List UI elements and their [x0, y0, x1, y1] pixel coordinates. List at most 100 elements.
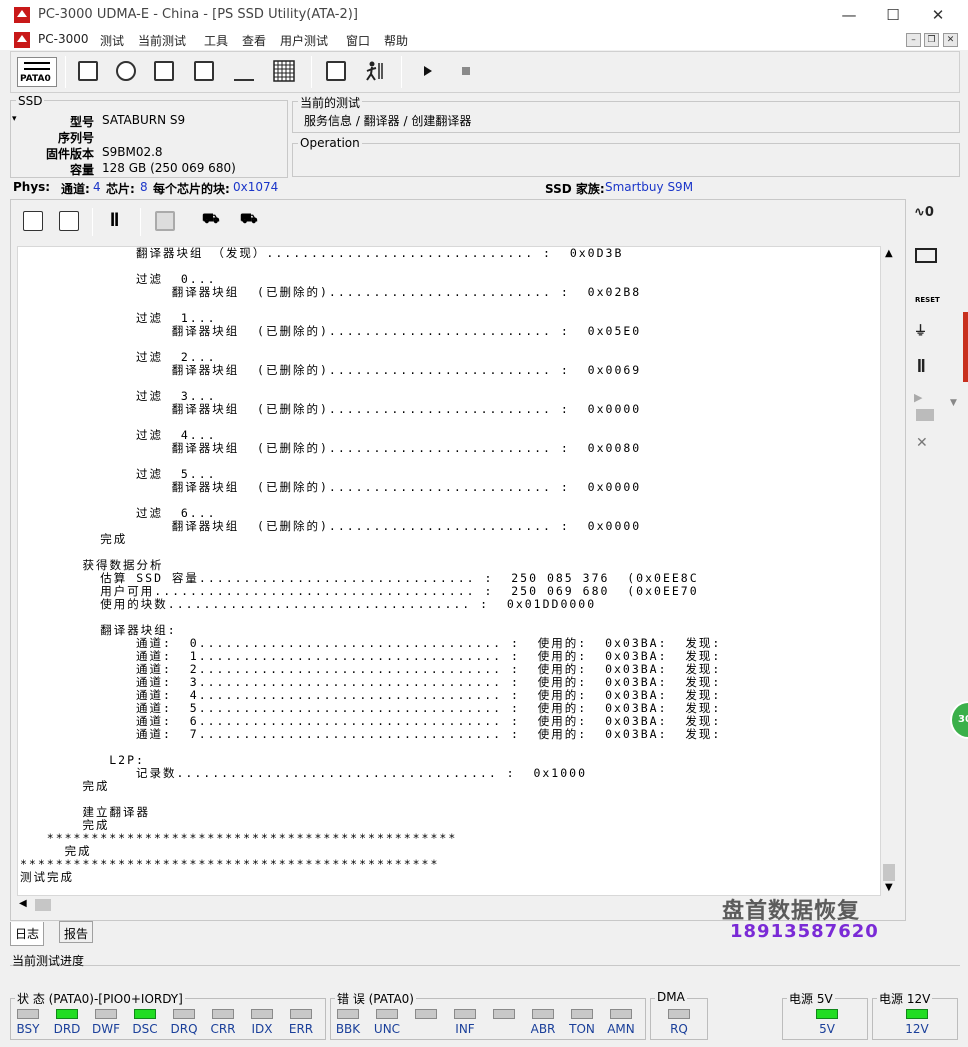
scales-icon [234, 61, 254, 81]
side-dropdown-icon[interactable]: ▼ [950, 398, 957, 408]
log-line: 完成 [20, 532, 128, 546]
title-bar: PC-3000 UDMA-E - China - [PS SSD Utility… [0, 0, 968, 30]
status-label-idx: IDX [251, 1022, 273, 1036]
status-label-crr: CRR [210, 1022, 236, 1036]
board-icon [194, 61, 214, 81]
board-disabled-icon [916, 409, 934, 421]
menu-view[interactable]: 查看 [242, 32, 266, 49]
capacity-value: 128 GB (250 069 680) [102, 161, 236, 175]
chips-value: 8 [140, 180, 148, 194]
window-title: PC-3000 UDMA-E - China - [PS SSD Utility… [38, 7, 358, 22]
close-button[interactable]: ✕ [915, 4, 961, 26]
scroll-up-icon[interactable]: ▲ [885, 248, 893, 259]
toolbar-separator [92, 208, 93, 236]
side-adc-button[interactable]: ∿0 [914, 205, 938, 227]
status-label-dwf: DWF [91, 1022, 120, 1036]
play-button[interactable] [415, 58, 441, 84]
wrench-icon: ✕ [916, 435, 928, 451]
error-label-amn: AMN [607, 1022, 635, 1036]
board-button[interactable] [191, 58, 217, 84]
main-toolbar: PATA0 [10, 51, 960, 93]
status-led-bsy [17, 1009, 39, 1019]
scroll-down-icon[interactable]: ▼ [885, 882, 893, 893]
grid-button[interactable] [271, 58, 297, 84]
side-reset-button[interactable]: RESET [914, 282, 940, 308]
status-label-dsc: DSC [132, 1022, 158, 1036]
side-power-button[interactable]: ⏚ [914, 320, 938, 342]
menu-tools[interactable]: 工具 [204, 32, 228, 49]
tab-log[interactable]: 日志 [10, 922, 45, 946]
play-icon [424, 66, 432, 76]
menu-test[interactable]: 测试 [100, 32, 124, 49]
error-led-ton [571, 1009, 593, 1019]
status-led-crr [212, 1009, 234, 1019]
power-12v-led [906, 1009, 928, 1019]
menu-user-test[interactable]: 用户测试 [280, 32, 328, 49]
log-find-button[interactable]: ⛟ [198, 208, 224, 234]
minimize-button[interactable]: — [826, 4, 872, 26]
menu-current-test[interactable]: 当前测试 [138, 32, 186, 49]
toolbar-separator [140, 208, 141, 236]
scales-button[interactable] [231, 58, 257, 84]
log-line: 翻译器块组 (已删除的)......................... : … [20, 285, 642, 299]
side-board-button[interactable] [914, 405, 938, 427]
status-label-bsy: BSY [16, 1022, 40, 1036]
status-group-title: 状 态 (PATA0)-[PIO0+IORDY] [15, 990, 185, 1007]
chips-label: 芯片: [106, 182, 135, 196]
reset-icon: RESET [915, 296, 940, 304]
vertical-scroll-thumb[interactable] [883, 864, 895, 881]
log-text-area[interactable]: 翻译器块组 （发现）..............................… [17, 246, 881, 896]
gear-settings-button[interactable] [113, 58, 139, 84]
menu-pc3000[interactable]: PC-3000 [38, 32, 88, 46]
menu-help[interactable]: 帮助 [384, 32, 408, 49]
menu-window[interactable]: 窗口 [346, 32, 370, 49]
app-menu-icon[interactable] [14, 32, 30, 48]
log-settings-button[interactable] [20, 208, 46, 234]
float-badge[interactable]: 30 [950, 701, 968, 739]
edge-accent [963, 312, 968, 382]
current-test-label: 当前的测试 [298, 94, 363, 111]
run-figure-button[interactable] [361, 58, 387, 84]
chip-board-icon [915, 248, 937, 263]
collapse-arrow-icon[interactable]: ▾ [12, 114, 17, 124]
log-content: 翻译器块组 （发现）..............................… [20, 247, 721, 884]
error-label-ton: TON [569, 1022, 595, 1036]
side-pause-button[interactable]: ǁ [917, 358, 941, 380]
scroll-doc-button[interactable] [75, 58, 101, 84]
log-line: 翻译器块组 (已删除的)......................... : … [20, 441, 642, 455]
log-save-button[interactable] [56, 208, 82, 234]
error-led-unc [376, 1009, 398, 1019]
log-line: ****************************************… [20, 831, 458, 845]
chips-button[interactable] [151, 58, 177, 84]
maximize-button[interactable]: ☐ [870, 4, 916, 26]
power-5v-group: 电源 5V 5V [782, 990, 868, 1040]
mdi-minimize-button[interactable]: – [906, 33, 921, 47]
current-test-path: 服务信息 / 翻译器 / 创建翻译器 [304, 114, 472, 128]
power-5v-label: 5V [819, 1022, 835, 1036]
log-copy-button[interactable] [152, 208, 178, 234]
error-register-group: 错 误 (PATA0) BBK UNC INF ABR TON AMN [330, 990, 646, 1040]
side-chip-button[interactable] [914, 245, 938, 267]
windows-button[interactable] [323, 58, 349, 84]
firmware-value: S9BM02.8 [102, 145, 163, 159]
scroll-left-icon[interactable]: ◀ [19, 898, 27, 909]
log-pause-button[interactable]: ǁ [104, 208, 130, 234]
play-disabled-icon: ▶ [914, 391, 923, 404]
dma-rq-label: RQ [670, 1022, 688, 1036]
log-find-next-button[interactable]: ⛟ [236, 208, 262, 234]
mdi-close-button[interactable]: ✕ [943, 33, 958, 47]
blocks-per-chip-label: 每个芯片的块: [153, 182, 230, 196]
error-led-bbk [337, 1009, 359, 1019]
binoculars-icon: ⛟ [202, 211, 220, 227]
pata0-port-button[interactable]: PATA0 [17, 57, 57, 87]
horizontal-scroll-thumb[interactable] [35, 899, 51, 911]
mdi-restore-button[interactable]: ❐ [924, 33, 939, 47]
toolbar-separator [401, 56, 402, 88]
runner-icon [366, 61, 383, 81]
tab-report[interactable]: 报告 [59, 921, 94, 943]
log-line: 通道: 7.................................. … [20, 727, 722, 741]
side-tools-button[interactable]: ✕ [916, 435, 940, 457]
log-vertical-scrollbar[interactable]: ▲ ▼ [881, 246, 898, 896]
status-led-err [290, 1009, 312, 1019]
stop-button[interactable] [453, 58, 479, 84]
